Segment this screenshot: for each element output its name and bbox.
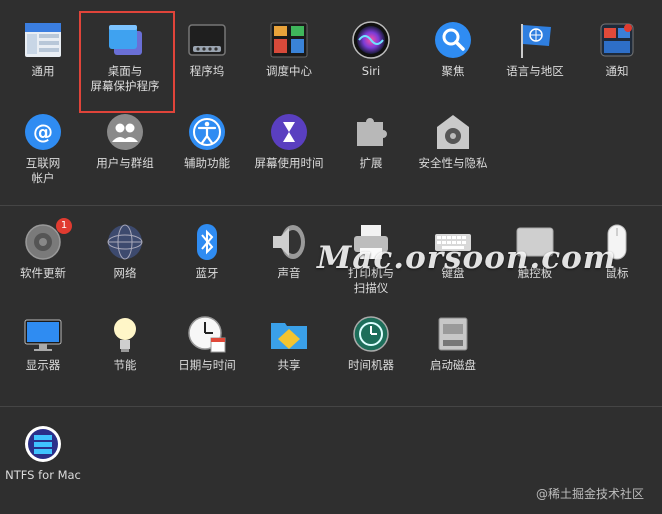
software-update-pane[interactable]: 1 软件更新 <box>0 218 86 302</box>
pane-label: Siri <box>361 64 381 78</box>
pane-label: 程序坞 <box>189 64 225 78</box>
accessibility-pane[interactable]: 辅助功能 <box>164 112 250 192</box>
displays-pane[interactable]: 显示器 <box>0 314 86 394</box>
time-machine-pane[interactable]: 时间机器 <box>328 314 414 394</box>
users-groups-pane[interactable]: 用户与群组 <box>82 112 168 192</box>
mission-control-icon <box>269 20 309 60</box>
pane-label: 时间机器 <box>348 358 394 372</box>
pane-label: 日期与时间 <box>178 358 236 372</box>
pane-label: 通知 <box>605 64 629 78</box>
security-privacy-icon <box>433 112 473 152</box>
screen-time-icon <box>269 112 309 152</box>
pane-label: 通用 <box>31 64 55 78</box>
extensions-icon <box>351 112 391 152</box>
language-region-pane[interactable]: 语言与地区 <box>492 20 578 100</box>
security-privacy-pane[interactable]: 安全性与隐私 <box>410 112 496 192</box>
network-pane[interactable]: 网络 <box>82 222 168 302</box>
pane-label: 启动磁盘 <box>430 358 476 372</box>
pane-label: 语言与地区 <box>506 64 564 78</box>
bluetooth-icon <box>187 222 227 262</box>
general-pane[interactable]: 通用 <box>0 20 86 100</box>
pane-label: 共享 <box>277 358 301 372</box>
startup-disk-icon <box>433 314 473 354</box>
section-divider <box>0 205 662 206</box>
sound-icon <box>269 222 309 262</box>
pane-label: 节能 <box>113 358 137 372</box>
screen-time-pane[interactable]: 屏幕使用时间 <box>246 112 332 192</box>
sharing-pane[interactable]: 共享 <box>246 314 332 394</box>
ntfs-icon <box>23 424 63 464</box>
section-divider <box>0 406 662 407</box>
siri-pane[interactable]: Siri <box>328 20 414 100</box>
highlight-box <box>79 11 175 113</box>
sharing-icon <box>269 314 309 354</box>
mission-control-pane[interactable]: 调度中心 <box>246 20 332 100</box>
spotlight-icon <box>433 20 473 60</box>
credit-text: @稀土掘金技术社区 <box>535 487 644 501</box>
pane-label: 蓝牙 <box>195 266 219 280</box>
svg-text:@: @ <box>33 120 53 144</box>
pane-label: 辅助功能 <box>184 156 230 170</box>
pane-label: 扩展 <box>359 156 383 170</box>
pane-label: 聚焦 <box>441 64 465 78</box>
date-time-pane[interactable]: 日期与时间 <box>164 314 250 394</box>
pane-label: 安全性与隐私 <box>418 156 488 170</box>
spotlight-pane[interactable]: 聚焦 <box>410 20 496 100</box>
general-icon <box>23 20 63 60</box>
language-region-icon <box>515 20 555 60</box>
pane-label: 网络 <box>113 266 137 280</box>
watermark: Mac.orsoon.com <box>317 240 617 276</box>
time-machine-icon <box>351 314 391 354</box>
startup-disk-pane[interactable]: 启动磁盘 <box>410 314 496 394</box>
notifications-icon <box>597 20 637 60</box>
pane-label: NTFS for Mac <box>5 468 81 482</box>
dock-pane[interactable]: 程序坞 <box>164 20 250 100</box>
users-groups-icon <box>105 112 145 152</box>
pane-label: 显示器 <box>25 358 61 372</box>
pane-label: 互联网 帐户 <box>25 156 61 185</box>
displays-icon <box>23 314 63 354</box>
internet-accounts-pane[interactable]: @ 互联网 帐户 <box>0 112 86 192</box>
energy-saver-pane[interactable]: 节能 <box>82 314 168 394</box>
pane-label: 屏幕使用时间 <box>254 156 324 170</box>
internet-accounts-icon: @ <box>23 112 63 152</box>
pane-label: 软件更新 <box>20 266 66 280</box>
network-icon <box>105 222 145 262</box>
accessibility-icon <box>187 112 227 152</box>
energy-saver-icon <box>105 314 145 354</box>
date-time-icon <box>187 314 227 354</box>
notifications-pane[interactable]: 通知 <box>574 20 660 100</box>
extensions-pane[interactable]: 扩展 <box>328 112 414 192</box>
dock-icon <box>187 20 227 60</box>
update-badge: 1 <box>56 218 72 234</box>
pane-label: 用户与群组 <box>96 156 154 170</box>
bluetooth-pane[interactable]: 蓝牙 <box>164 222 250 302</box>
siri-icon <box>351 20 391 60</box>
ntfs-for-mac-pane[interactable]: NTFS for Mac <box>0 424 86 504</box>
pane-label: 调度中心 <box>266 64 312 78</box>
